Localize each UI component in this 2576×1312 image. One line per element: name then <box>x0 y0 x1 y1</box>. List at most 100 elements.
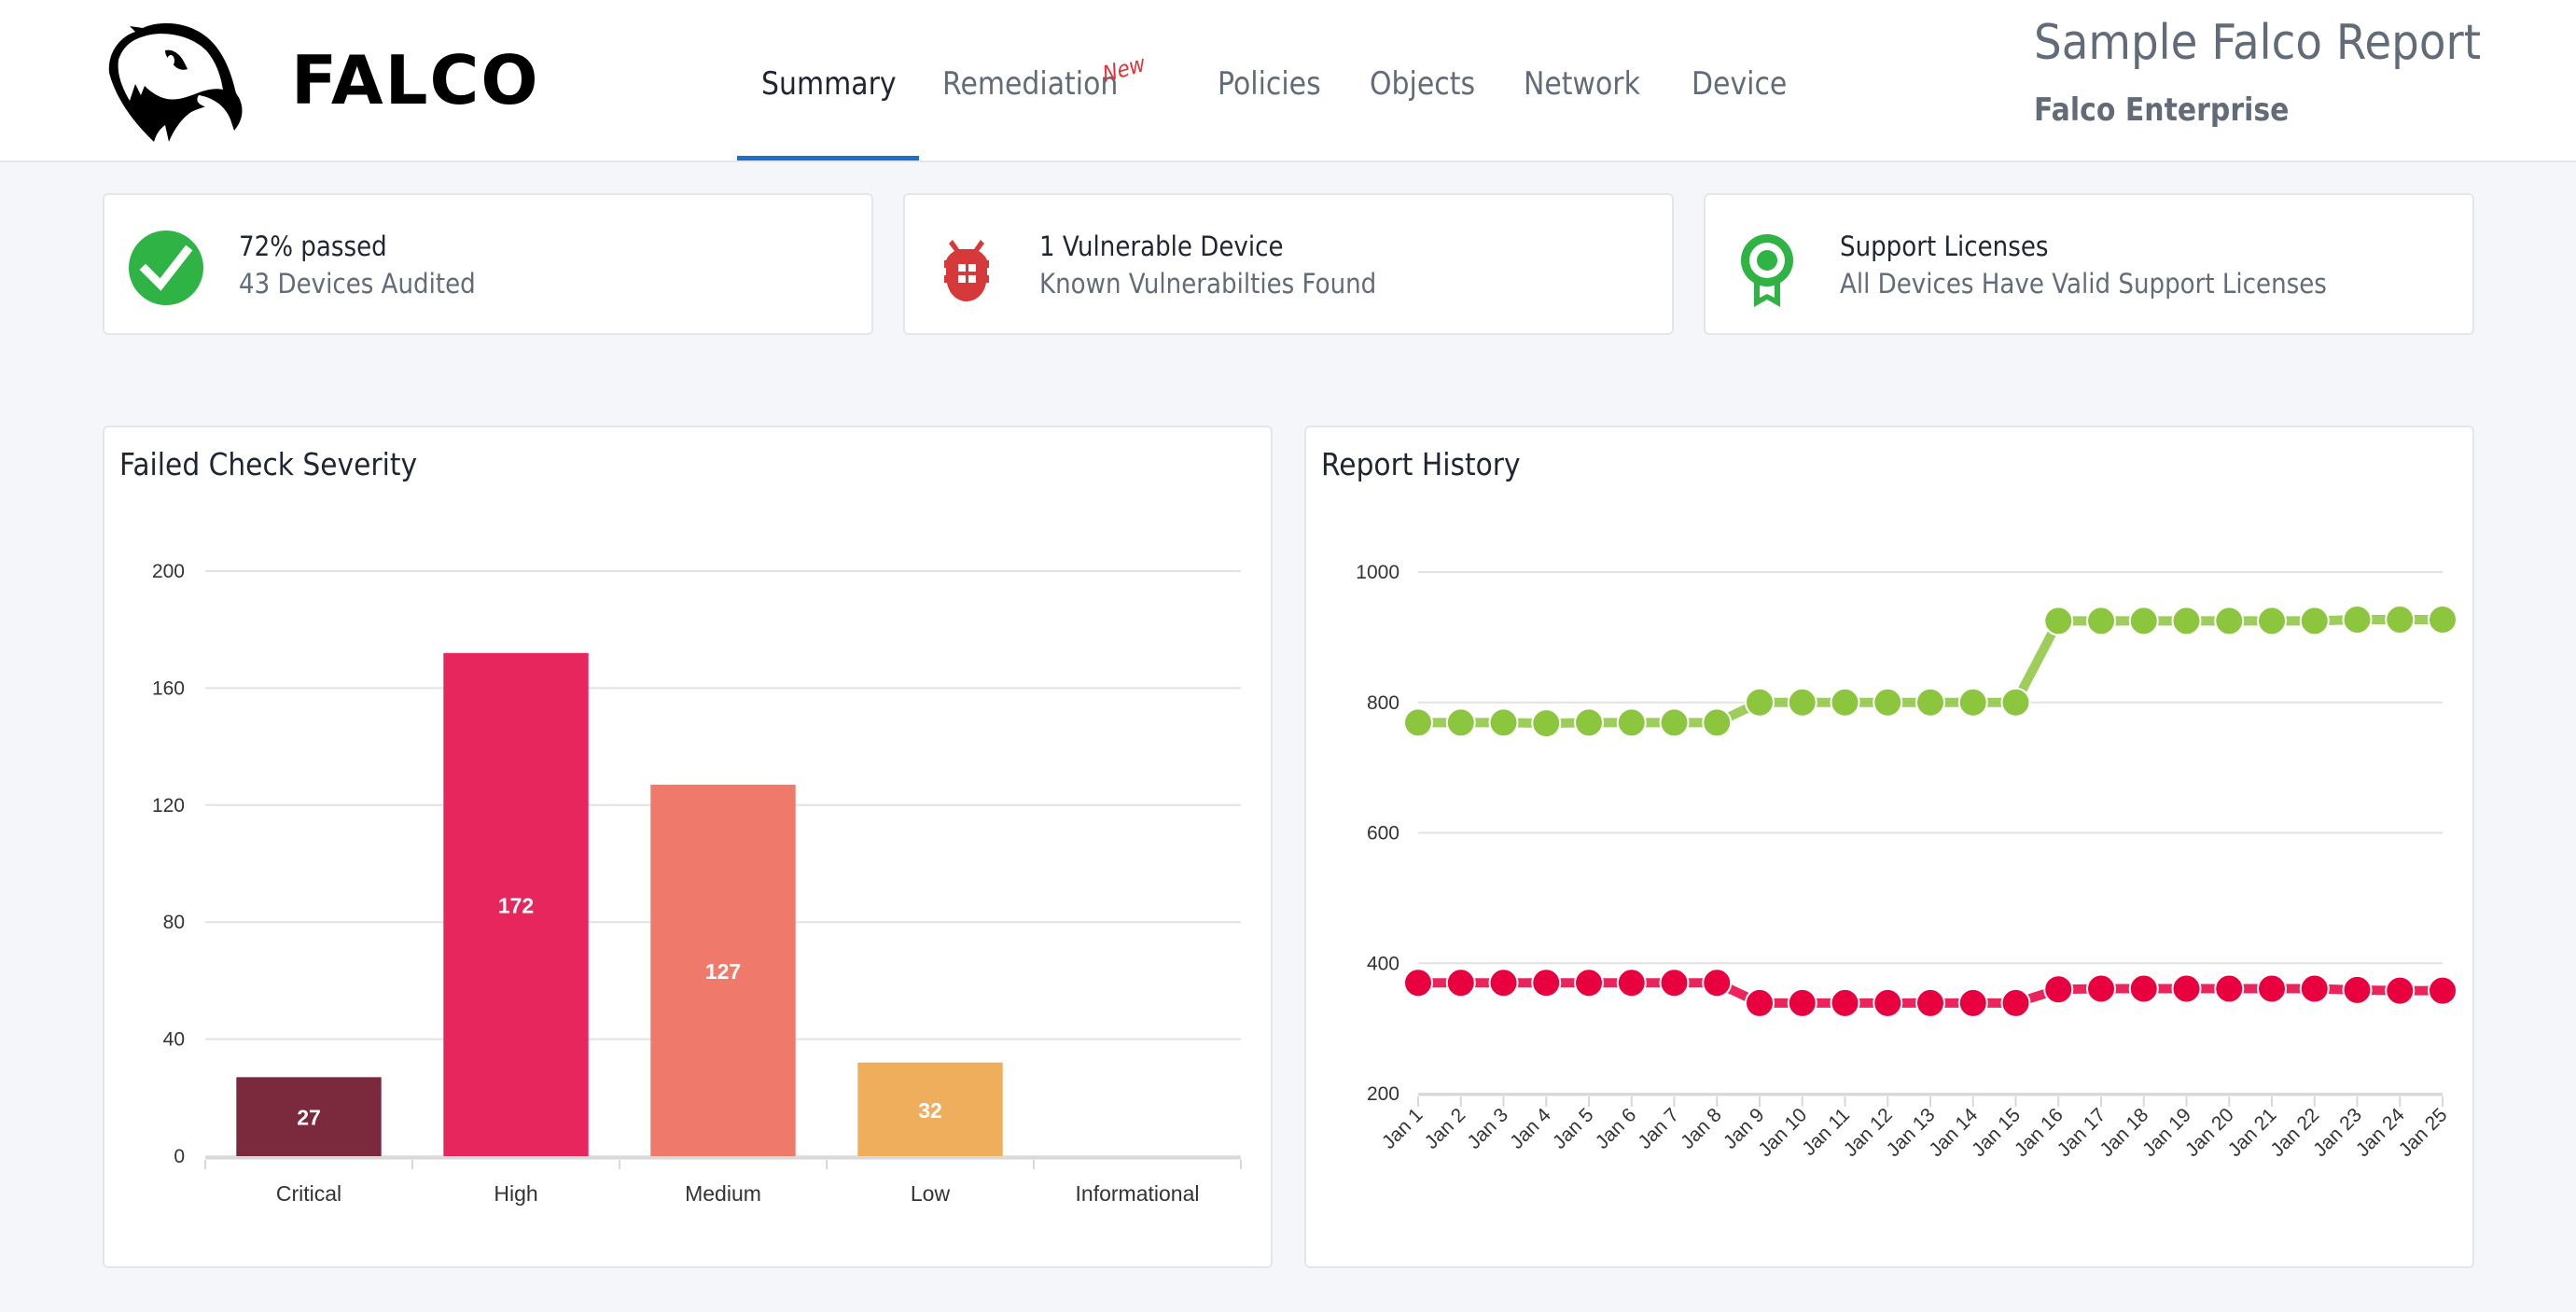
series-passed-point <box>2257 606 2287 636</box>
series-failed-point <box>1957 987 1988 1018</box>
stat-title: Support Licenses <box>1840 230 2049 262</box>
bar-data-label: 27 <box>297 1106 321 1130</box>
x-category-label: Medium <box>685 1181 761 1206</box>
series-passed-point <box>1873 687 1903 718</box>
series-failed-point <box>2299 973 2330 1004</box>
x-tick-label: Jan 3 <box>1463 1104 1512 1153</box>
stat-title: 1 Vulnerable Device <box>1039 230 1284 262</box>
series-passed-point <box>1574 707 1604 738</box>
x-tick-label: Jan 6 <box>1592 1104 1641 1153</box>
series-failed-point <box>2128 973 2159 1004</box>
series-passed-point <box>1659 707 1690 738</box>
x-tick-label: Jan 4 <box>1506 1104 1555 1153</box>
y-tick-label: 160 <box>152 677 185 699</box>
stat-subtitle: 43 Devices Audited <box>239 268 476 300</box>
falcon-logo-icon <box>108 22 243 143</box>
new-badge: New <box>1100 50 1148 88</box>
series-passed-point <box>2086 606 2116 636</box>
series-passed-point <box>1445 707 1476 738</box>
series-failed-point <box>2214 973 2245 1004</box>
series-failed-point <box>2171 973 2202 1004</box>
series-failed-point <box>1873 987 1903 1018</box>
series-passed-point <box>2299 606 2330 636</box>
top-header: FALCO Summary Remediation New Policies O… <box>0 0 2576 162</box>
report-title: Sample Falco Report <box>2034 15 2482 71</box>
stat-subtitle: Known Vulnerabilties Found <box>1039 268 1377 300</box>
check-circle-icon <box>129 230 203 305</box>
series-failed-point <box>1915 987 1945 1018</box>
x-tick-label: Jan 25 <box>2395 1104 2452 1161</box>
stat-card-vulnerable: 1 Vulnerable Device Known Vulnerabilties… <box>903 193 1674 335</box>
series-failed-point <box>2385 975 2416 1006</box>
series-passed-point <box>2214 606 2245 636</box>
tab-policies[interactable]: Policies <box>1218 65 1321 103</box>
stat-card-licenses: Support Licenses All Devices Have Valid … <box>1704 193 2474 335</box>
series-failed-point <box>2257 973 2287 1004</box>
tab-summary[interactable]: Summary <box>761 65 897 103</box>
y-tick-label: 0 <box>174 1146 185 1167</box>
series-passed-point <box>1531 708 1562 739</box>
tab-remediation[interactable]: Remediation New <box>942 50 1148 103</box>
bar-data-label: 172 <box>498 893 534 917</box>
series-failed-point <box>2428 975 2458 1006</box>
x-tick-label: Jan 2 <box>1421 1104 1470 1153</box>
y-tick-label: 80 <box>163 912 185 933</box>
series-failed-point <box>1830 987 1860 1018</box>
report-subtitle: Falco Enterprise <box>2034 91 2290 129</box>
tab-network[interactable]: Network <box>1524 65 1640 103</box>
report-history-panel: Report History 200 400 600 800 1000 Jan 1 Jan … <box>1304 426 2474 1268</box>
series-passed-point <box>1745 687 1775 718</box>
series-passed-point <box>1403 707 1433 738</box>
x-category-label: Low <box>911 1181 951 1206</box>
failed-check-severity-panel: Failed Check Severity 0 40 80 120 160 200 27 Cr… <box>103 426 1273 1268</box>
y-tick-label: 200 <box>1367 1083 1399 1105</box>
x-category-label: High <box>494 1181 537 1206</box>
series-passed-point <box>1702 707 1733 738</box>
y-tick-label: 600 <box>1367 823 1399 844</box>
report-history-line-chart: 2004006008001000Jan 1Jan 2Jan 3Jan 4Jan … <box>1356 562 2458 1161</box>
series-passed-point <box>2342 605 2373 635</box>
series-failed-point <box>1403 968 1433 998</box>
series-passed-point <box>2428 605 2458 635</box>
brand-name: FALCO <box>291 41 540 119</box>
series-passed-point <box>2128 606 2159 636</box>
series-failed-point <box>1574 968 1604 998</box>
y-tick-label: 40 <box>163 1029 185 1051</box>
x-category-label: Critical <box>276 1181 341 1206</box>
tab-device[interactable]: Device <box>1692 65 1787 103</box>
bug-icon <box>944 240 989 301</box>
tab-remediation-label: Remediation <box>942 65 1119 103</box>
x-tick-label: Jan 5 <box>1549 1104 1598 1153</box>
stat-title: 72% passed <box>239 230 387 262</box>
series-failed-point <box>1616 968 1647 998</box>
series-passed-point <box>2385 605 2416 635</box>
series-failed-point <box>2086 973 2116 1004</box>
series-failed-point <box>1488 968 1519 998</box>
series-passed-point <box>1915 687 1945 718</box>
tab-objects[interactable]: Objects <box>1370 65 1475 103</box>
x-category-label: Informational <box>1076 1181 1200 1206</box>
series-failed-point <box>2342 974 2373 1005</box>
stat-subtitle: All Devices Have Valid Support Licenses <box>1840 268 2327 300</box>
series-failed-point <box>2000 987 2031 1018</box>
series-passed-point <box>1957 687 1988 718</box>
x-tick-label: Jan 1 <box>1378 1104 1427 1153</box>
y-tick-label: 400 <box>1367 953 1399 974</box>
bar-data-label: 127 <box>705 959 741 984</box>
series-passed-point <box>2043 606 2074 636</box>
stat-card-passed: 72% passed 43 Devices Audited <box>103 193 873 335</box>
y-tick-label: 800 <box>1367 692 1399 714</box>
series-failed-point <box>1702 968 1733 998</box>
award-ribbon-icon <box>1741 234 1793 307</box>
y-tick-label: 200 <box>152 561 185 582</box>
severity-bar-chart: 0 40 80 120 160 200 27 Critical 172 High 127 Medium… <box>152 561 1242 1206</box>
series-failed-point <box>1787 987 1817 1018</box>
x-tick-label: Jan 10 <box>1754 1104 1811 1161</box>
series-passed-point <box>1830 687 1860 718</box>
bar-data-label: 32 <box>918 1098 942 1123</box>
y-tick-label: 120 <box>152 795 185 817</box>
x-tick-label: Jan 7 <box>1634 1104 1683 1153</box>
series-failed-point <box>1745 987 1775 1018</box>
series-failed-point <box>1659 968 1690 998</box>
series-passed-point <box>2000 687 2031 718</box>
